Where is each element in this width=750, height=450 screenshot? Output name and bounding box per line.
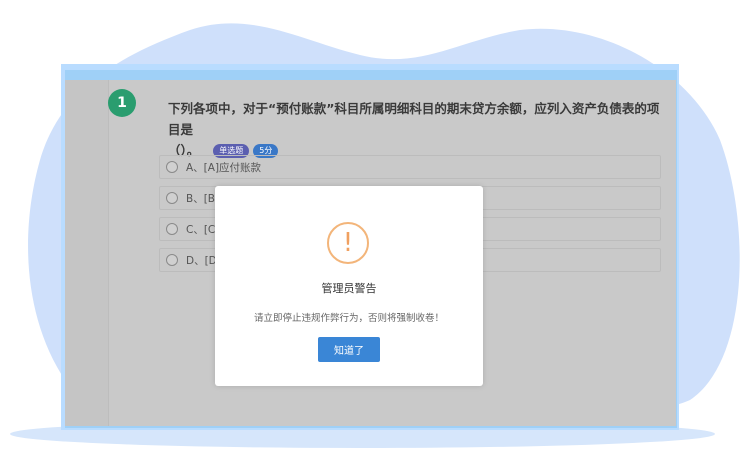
dialog-message: 请立即停止违规作弊行为，否则将强制收卷！ <box>253 313 444 324</box>
question-number: 1 <box>108 89 136 117</box>
question-text-line1: 下列各项中，对于“预付账款”科目所属明细科目的期末贷方余额，应列入资产负债表的项… <box>168 101 660 137</box>
radio-icon[interactable] <box>166 254 178 266</box>
option-label: A、[A]应付账款 <box>186 161 262 174</box>
question-text: 下列各项中，对于“预付账款”科目所属明细科目的期末贷方余额，应列入资产负债表的项… <box>168 98 668 161</box>
warning-icon: ! <box>327 222 369 264</box>
acknowledge-button[interactable]: 知道了 <box>318 337 380 362</box>
dialog-title: 管理员警告 <box>321 282 377 295</box>
option-a[interactable]: A、[A]应付账款 <box>159 155 661 179</box>
radio-icon[interactable] <box>166 161 178 173</box>
admin-warning-dialog: ! 管理员警告 请立即停止违规作弊行为，否则将强制收卷！ 知道了 <box>215 186 483 386</box>
radio-icon[interactable] <box>166 223 178 235</box>
radio-icon[interactable] <box>166 192 178 204</box>
